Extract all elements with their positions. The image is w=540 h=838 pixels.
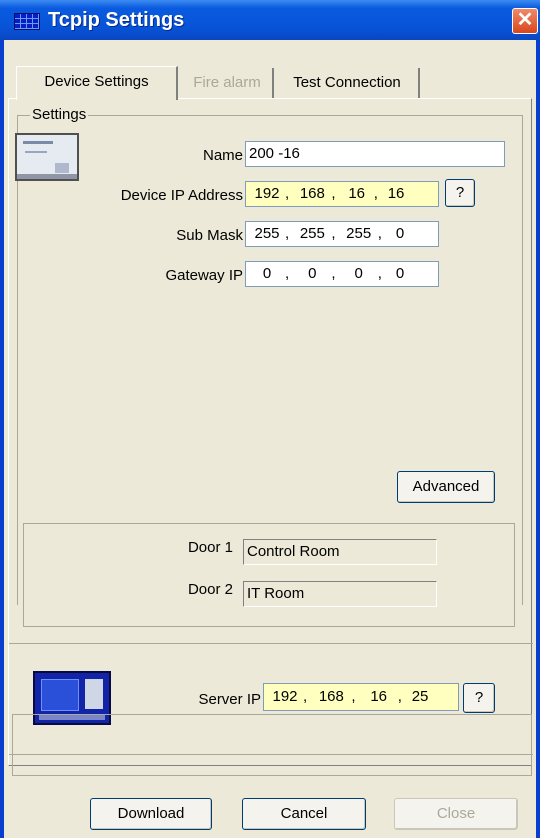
mask-octet: 255 bbox=[346, 225, 372, 242]
close-icon[interactable]: ✕ bbox=[512, 8, 538, 34]
close-button: Close bbox=[394, 798, 518, 830]
cancel-button[interactable]: Cancel bbox=[242, 798, 366, 830]
device-ip-help-button[interactable]: ? bbox=[445, 179, 475, 207]
tab-device-settings[interactable]: Device Settings bbox=[16, 66, 178, 100]
name-field[interactable]: 200 -16 bbox=[245, 141, 505, 167]
gateway-octet: 0 bbox=[354, 265, 363, 282]
sub-mask-label: Sub Mask bbox=[176, 227, 243, 244]
server-octet: 16 bbox=[370, 688, 388, 705]
server-ip-field[interactable]: 192, 168, 16, 25 bbox=[263, 683, 459, 711]
title-bar[interactable]: Tcpip Settings ✕ bbox=[0, 0, 540, 40]
door2-field: IT Room bbox=[243, 581, 437, 607]
server-octet: 168 bbox=[318, 688, 344, 705]
name-label: Name bbox=[202, 147, 243, 164]
gateway-ip-label: Gateway IP bbox=[165, 267, 243, 284]
device-ip-field[interactable]: 192, 168, 16, 16 bbox=[245, 181, 439, 207]
ip-octet: 192 bbox=[254, 185, 280, 202]
gateway-octet: 0 bbox=[395, 265, 405, 282]
mask-octet: 255 bbox=[254, 225, 280, 242]
download-button[interactable]: Download bbox=[90, 798, 212, 830]
server-ip-label: Server IP bbox=[198, 691, 261, 708]
ip-octet: 16 bbox=[348, 185, 366, 202]
ip-octet: 16 bbox=[387, 185, 405, 202]
tab-fire-alarm: Fire alarm bbox=[182, 68, 274, 98]
sub-mask-field[interactable]: 255, 255, 255, 0 bbox=[245, 221, 439, 247]
app-grid-icon bbox=[14, 13, 40, 30]
mask-octet: 255 bbox=[299, 225, 325, 242]
gateway-ip-field[interactable]: 0, 0, 0, 0 bbox=[245, 261, 439, 287]
settings-legend: Settings bbox=[30, 106, 89, 123]
server-octet: 25 bbox=[411, 688, 429, 705]
dialog-window: Tcpip Settings ✕ Device Settings Fire al… bbox=[0, 0, 540, 838]
advanced-button[interactable]: Advanced bbox=[397, 471, 495, 503]
door1-field: Control Room bbox=[243, 539, 437, 565]
gateway-octet: 0 bbox=[262, 265, 272, 282]
tab-panel: Settings Name 200 -16 Device IP Address … bbox=[8, 98, 533, 766]
door1-label: Door 1 bbox=[187, 539, 233, 556]
device-ip-label: Device IP Address bbox=[120, 187, 243, 204]
server-ip-help-button[interactable]: ? bbox=[463, 683, 495, 713]
status-panel bbox=[12, 714, 532, 776]
mask-octet: 0 bbox=[395, 225, 405, 242]
dialog-client: Device Settings Fire alarm Test Connecti… bbox=[4, 40, 536, 838]
ip-octet: 168 bbox=[299, 185, 325, 202]
window-title: Tcpip Settings bbox=[48, 9, 185, 31]
door2-label: Door 2 bbox=[187, 581, 233, 598]
device-thumbnail-icon bbox=[15, 133, 79, 181]
server-octet: 192 bbox=[272, 688, 298, 705]
tab-test-connection[interactable]: Test Connection bbox=[276, 68, 420, 98]
gateway-octet: 0 bbox=[308, 265, 317, 282]
